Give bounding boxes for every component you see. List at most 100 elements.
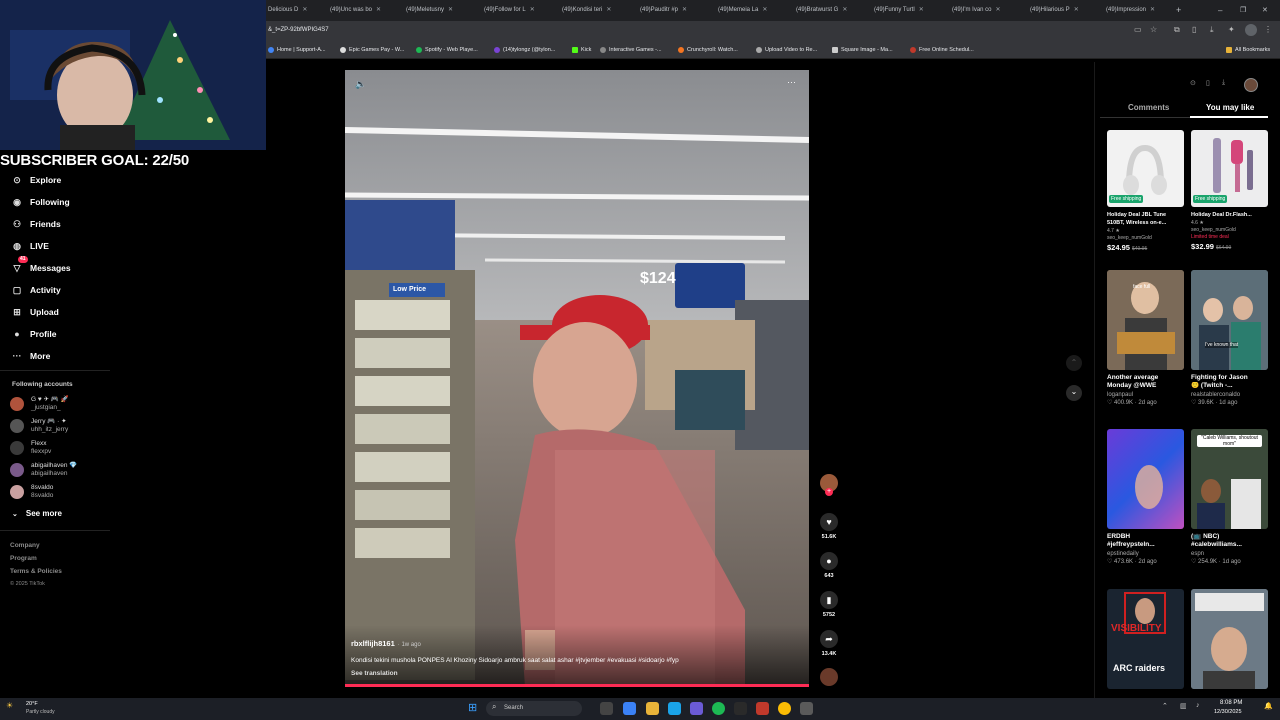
extensions-icon[interactable]: ⧉ xyxy=(1174,25,1180,35)
network-icon[interactable]: ▥ xyxy=(1180,702,1187,710)
obs-icon[interactable] xyxy=(734,702,747,715)
sidebar-item-live[interactable]: ◍ LIVE xyxy=(10,237,49,255)
bookmark-item[interactable]: Square Image - Ma... xyxy=(832,42,893,58)
minimize-icon[interactable]: – xyxy=(1218,2,1226,19)
bookmark-item[interactable]: Free Online Schedul... xyxy=(910,42,974,58)
footer-link-terms[interactable]: Terms & Policies xyxy=(10,568,62,575)
video-author[interactable]: rbxlflijh8161 · 1w ago xyxy=(351,639,421,648)
browser-tab[interactable]: (49)Impression ✕ xyxy=(1106,2,1172,19)
close-icon[interactable]: ✕ xyxy=(448,7,453,13)
bookmark-item[interactable]: Epic Games Pay - W... xyxy=(340,42,404,58)
task-view-icon[interactable] xyxy=(600,702,613,715)
cast-icon[interactable]: ▭ xyxy=(1134,25,1142,34)
tray-chevron-icon[interactable]: ⌃ xyxy=(1162,702,1168,710)
volume-icon[interactable]: 🔈 xyxy=(355,79,366,90)
video-player[interactable]: $124 Low Price 🔈 ··· rbxlflijh8161 · 1w a… xyxy=(345,70,809,687)
sidebar-item-more[interactable]: ··· More xyxy=(10,347,51,365)
bookmark-item[interactable]: Upload Video to Re... xyxy=(756,42,817,58)
compass-icon[interactable]: ⊙ xyxy=(1190,79,1196,87)
close-icon[interactable]: ✕ xyxy=(302,7,307,13)
clock-time[interactable]: 8:08 PM xyxy=(1220,700,1242,706)
close-icon[interactable]: ✕ xyxy=(606,7,611,13)
browser-tab[interactable]: (49)Hilarious P ✕ xyxy=(1030,2,1104,19)
follow-plus-icon[interactable]: + xyxy=(825,488,833,496)
close-icon[interactable]: ✕ xyxy=(762,7,767,13)
close-icon[interactable]: ✕ xyxy=(1074,7,1079,13)
phone-icon[interactable]: ▯ xyxy=(1206,79,1210,87)
sidebar-item-explore[interactable]: ⊙ Explore xyxy=(10,171,61,189)
spotify-taskbar-icon[interactable] xyxy=(712,702,725,715)
app-icon[interactable] xyxy=(756,702,769,715)
menu-dots-icon[interactable]: ⋮ xyxy=(1264,25,1272,34)
edge-icon[interactable] xyxy=(668,702,681,715)
comment-button[interactable]: ● 643 xyxy=(819,552,839,579)
steam-icon[interactable] xyxy=(800,702,813,715)
new-tab-icon[interactable]: + xyxy=(1176,2,1186,19)
browser-tab[interactable]: Delicious D ✕ xyxy=(268,2,324,19)
sidebar-item-profile[interactable]: ● Profile xyxy=(10,325,56,343)
browser-tab[interactable]: (49)I'm Ivan co ✕ xyxy=(952,2,1026,19)
bookmark-item[interactable]: Home | Support-A... xyxy=(268,42,326,58)
profile-avatar-icon[interactable] xyxy=(1245,24,1257,36)
sidebar-item-friends[interactable]: ⚇ Friends xyxy=(10,215,61,233)
download-icon[interactable]: ⤓ xyxy=(1210,25,1214,35)
download-icon[interactable]: ⤓ xyxy=(1222,79,1225,87)
close-icon[interactable]: ✕ xyxy=(530,7,535,13)
browser-tab[interactable]: (49)Meletusny ✕ xyxy=(406,2,480,19)
browser-tab[interactable]: (49)Follow for L ✕ xyxy=(484,2,558,19)
video-card[interactable]: ERDBH #jeffreypsteln... epstinedaily ♡ 4… xyxy=(1107,429,1184,565)
video-card[interactable] xyxy=(1191,589,1268,689)
more-options-icon[interactable]: ··· xyxy=(787,77,796,87)
video-card[interactable]: VISIBILITY ARC raiders xyxy=(1107,589,1184,689)
share-button[interactable]: ➦ 13.4K xyxy=(819,630,839,657)
window-close-icon[interactable]: ✕ xyxy=(1262,2,1270,19)
sidebar-item-messages[interactable]: ▽ Messages 41 xyxy=(10,256,71,277)
sidebar-item-activity[interactable]: ▢ Activity xyxy=(10,281,61,299)
taskbar-search[interactable]: ⌕ Search xyxy=(486,701,582,716)
product-card[interactable]: Free shipping Holiday Deal JBL Tune 510B… xyxy=(1107,130,1184,252)
avatar[interactable] xyxy=(1244,78,1258,92)
browser-tab[interactable]: (49)Bratwurst G ✕ xyxy=(796,2,870,19)
footer-link-company[interactable]: Company xyxy=(10,542,40,549)
puzzle-icon[interactable]: ✦ xyxy=(1228,25,1235,34)
browser-tab[interactable]: (49)Unc was bo ✕ xyxy=(330,2,400,19)
copilot-icon[interactable] xyxy=(623,702,636,715)
product-card[interactable]: Free shipping Holiday Deal Dr.Flash... 4… xyxy=(1191,130,1268,251)
next-video-button[interactable]: ⌄ xyxy=(1066,385,1082,401)
see-translation-link[interactable]: See translation xyxy=(351,670,398,677)
progress-bar[interactable] xyxy=(345,684,809,687)
previous-video-button[interactable]: ⌃ xyxy=(1066,355,1082,371)
tab-comments[interactable]: Comments xyxy=(1128,103,1169,112)
close-icon[interactable]: ✕ xyxy=(996,7,1001,13)
close-icon[interactable]: ✕ xyxy=(1150,7,1155,13)
tab-you-may-like[interactable]: You may like xyxy=(1206,103,1254,112)
save-button[interactable]: ▮ 5752 xyxy=(819,591,839,618)
video-card[interactable]: I've known that Fighting for Jason 🙂 (Tw… xyxy=(1191,270,1268,406)
music-disc[interactable] xyxy=(819,668,839,686)
discord-icon[interactable] xyxy=(690,702,703,715)
windows-start-icon[interactable]: ⊞ xyxy=(468,701,477,714)
bookmark-star-icon[interactable]: ☆ xyxy=(1150,25,1157,34)
weather-temp[interactable]: 20°F xyxy=(26,701,38,707)
close-icon[interactable]: ✕ xyxy=(376,7,381,13)
video-card[interactable]: face full Another average Monday @WWE lo… xyxy=(1107,270,1184,406)
browser-tab[interactable]: (49)Funny Turtl ✕ xyxy=(874,2,948,19)
sidebar-item-following[interactable]: ◉ Following xyxy=(10,193,70,211)
sidepanel-icon[interactable]: ▯ xyxy=(1192,25,1196,34)
maximize-icon[interactable]: ❐ xyxy=(1240,2,1248,19)
browser-tab[interactable]: (49)Kondisi teri ✕ xyxy=(562,2,636,19)
see-more-button[interactable]: ⌄ See more xyxy=(12,509,62,518)
bookmark-item[interactable]: Spotify - Web Playe... xyxy=(416,42,478,58)
creator-avatar[interactable]: + xyxy=(819,474,839,496)
chrome-icon[interactable] xyxy=(778,702,791,715)
bookmark-item[interactable]: Crunchyroll: Watch... xyxy=(678,42,738,58)
close-icon[interactable]: ✕ xyxy=(919,7,924,13)
bookmark-item[interactable]: Kick xyxy=(572,42,591,58)
sidebar-item-upload[interactable]: ⊞ Upload xyxy=(10,303,59,321)
notification-icon[interactable]: 🔔 xyxy=(1264,702,1273,710)
like-button[interactable]: ♥ 51.6K xyxy=(819,513,839,540)
video-card[interactable]: "Caleb Williams, shoutout mom" (📺 NBC) #… xyxy=(1191,429,1268,565)
browser-tab[interactable]: (49)Memeia La ✕ xyxy=(718,2,792,19)
all-bookmarks[interactable]: All Bookmarks xyxy=(1226,42,1270,58)
url-text[interactable]: &_t=ZP-92bfWPIG4S7 xyxy=(268,27,329,33)
